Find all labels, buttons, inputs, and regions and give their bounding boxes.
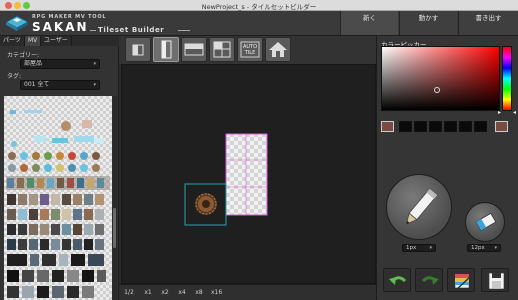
placed-ornament-tile (184, 183, 227, 226)
color-cursor[interactable] (434, 87, 440, 93)
pen-size-value: 1px (406, 245, 417, 251)
logo-title: SAKAN (32, 20, 89, 34)
tile-shape-toolbar: AUTO TILE (119, 36, 376, 64)
sakan-logo-icon (5, 15, 29, 31)
color-swatch[interactable] (399, 121, 412, 132)
tall-tile-button[interactable] (153, 37, 179, 62)
palette-scroll-thumb[interactable] (113, 208, 116, 248)
window-title: NewProject_s - タイルセットビルダー (201, 3, 317, 11)
secondary-color-swatch[interactable] (495, 121, 508, 132)
color-swatch[interactable] (429, 121, 442, 132)
zoom-bar: 1/2 x1 x2 x4 x8 x16 (119, 284, 376, 300)
wide-tile-button[interactable] (181, 37, 207, 62)
chevron-down-icon: ▾ (494, 245, 497, 251)
zoom-x2[interactable]: x2 (158, 288, 172, 298)
canvas-drawing[interactable] (122, 65, 377, 285)
zoom-x1[interactable]: x1 (141, 288, 155, 298)
zoom-x8[interactable]: x8 (192, 288, 206, 298)
redo-icon (421, 276, 439, 285)
tall-tile-icon (161, 40, 172, 59)
logo-tagline: Tileset Builder (98, 26, 165, 34)
tab-parts[interactable]: パーツ (0, 36, 25, 46)
tileset-canvas[interactable] (121, 64, 376, 284)
parts-tabs: パーツ MV ユーザー (0, 36, 119, 46)
eraser-size-select[interactable]: 12px ▾ (467, 244, 501, 252)
color-swatch[interactable] (444, 121, 457, 132)
placed-tall-tile (225, 133, 268, 216)
undo-button[interactable] (383, 268, 411, 292)
saturation-value-area[interactable] (381, 46, 500, 111)
pen-tool-button[interactable] (386, 174, 452, 240)
wide-tile-icon (184, 43, 204, 56)
chevron-down-icon: ▾ (429, 245, 432, 251)
zoom-x4[interactable]: x4 (175, 288, 189, 298)
palette-tool-button[interactable] (447, 268, 475, 292)
chevron-down-icon: ▾ (93, 82, 96, 88)
palette-scrollbar[interactable] (112, 96, 117, 300)
window-titlebar: NewProject_s - タイルセットビルダー (0, 0, 518, 11)
parts-panel: パーツ MV ユーザー カテゴリー: 部屋品 ▾ タグ: 001 全て ▾ (0, 36, 119, 300)
pen-size-select[interactable]: 1px ▾ (402, 244, 436, 252)
quad-tile-icon (213, 41, 231, 58)
auto-tile-icon: AUTO TILE (240, 41, 260, 58)
tab-mv[interactable]: MV (25, 36, 42, 46)
eraser-icon (475, 212, 497, 232)
half-tile-button[interactable] (125, 37, 151, 62)
eraser-size-value: 12px (471, 245, 485, 251)
redo-button[interactable] (415, 268, 443, 292)
tab-user[interactable]: ユーザー (41, 36, 72, 46)
color-palette-icon (454, 273, 471, 290)
chevron-down-icon: ▾ (93, 61, 96, 67)
tag-select[interactable]: 001 全て ▾ (20, 80, 100, 90)
app-header: RPG MAKER MV TOOL SAKAN Tileset Builder … (0, 11, 518, 36)
export-button[interactable]: 書き出す (458, 11, 518, 35)
home-icon (269, 42, 287, 57)
pencil-icon (405, 188, 438, 225)
zoom-half[interactable]: 1/2 (122, 288, 136, 298)
tag-value: 001 全て (24, 81, 50, 88)
logo-divider-right (178, 30, 190, 31)
category-label: カテゴリー: (7, 52, 40, 59)
color-swatch[interactable] (414, 121, 427, 132)
category-select[interactable]: 部屋品 ▾ (20, 59, 100, 69)
category-value: 部屋品 (24, 60, 43, 67)
color-swatch[interactable] (474, 121, 487, 132)
move-button[interactable]: 動かす (399, 11, 457, 35)
quad-tile-button[interactable] (209, 37, 235, 62)
tag-label: タグ: (7, 73, 22, 80)
hue-marker-left-icon: ▸ (498, 109, 502, 116)
zoom-x16[interactable]: x16 (209, 288, 224, 298)
eraser-tool-button[interactable] (465, 202, 505, 242)
save-button[interactable] (481, 268, 509, 292)
home-button[interactable] (265, 37, 291, 62)
new-button[interactable]: 新く (340, 11, 398, 35)
logo-divider-left (90, 30, 96, 31)
undo-icon (389, 276, 407, 285)
color-swatch[interactable] (459, 121, 472, 132)
half-tile-icon (132, 44, 144, 56)
tile-palette[interactable] (4, 96, 112, 300)
hue-marker-right-icon: ◂ (513, 109, 517, 116)
current-color-swatch[interactable] (381, 121, 394, 132)
floppy-disk-icon (488, 272, 505, 290)
color-panel: カラーピッカー ▸ ◂ 1px ▾ 12px ▾ (376, 36, 518, 300)
auto-tile-button[interactable]: AUTO TILE (237, 37, 263, 62)
hue-slider[interactable] (502, 46, 512, 111)
auto-label-bottom: TILE (244, 50, 255, 56)
